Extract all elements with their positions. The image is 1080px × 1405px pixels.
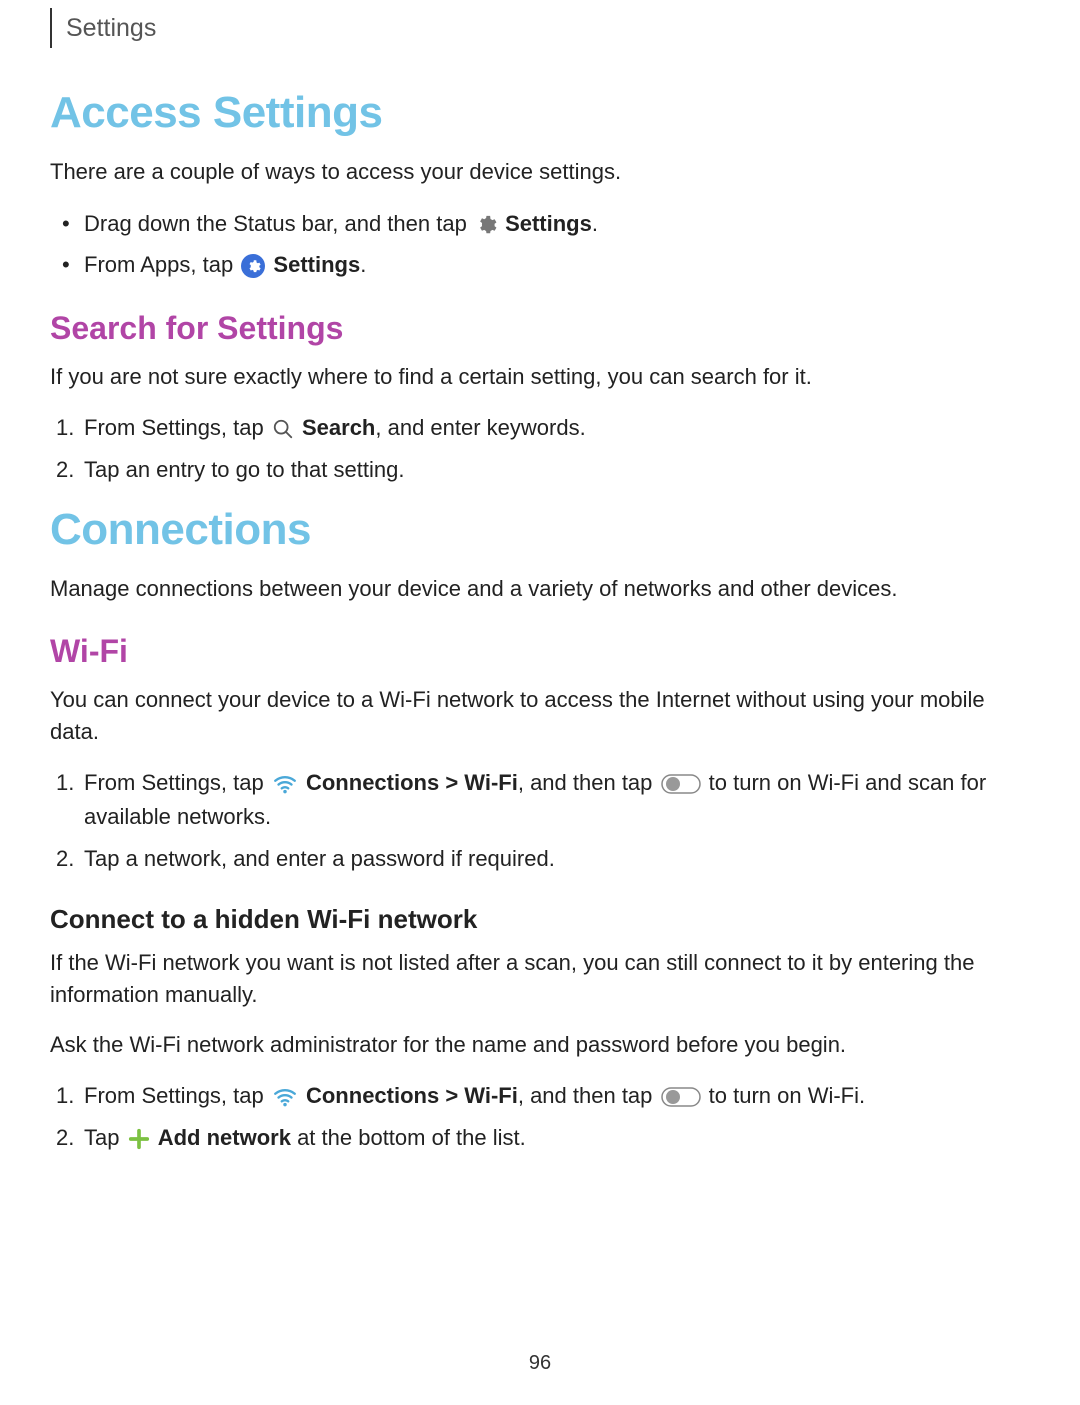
- text-bold: Connections > Wi-Fi: [306, 770, 518, 795]
- hidden-wifi-note: Ask the Wi-Fi network administrator for …: [50, 1029, 1030, 1061]
- text-fragment: .: [592, 211, 598, 236]
- access-methods-list: Drag down the Status bar, and then tap S…: [50, 206, 1030, 282]
- page-header: Settings: [50, 8, 1030, 48]
- plus-icon: [128, 1128, 150, 1150]
- text-bold: Settings: [505, 211, 592, 236]
- section-breadcrumb: Settings: [66, 14, 156, 43]
- wifi-icon: [272, 771, 298, 797]
- text-fragment: Tap: [84, 1125, 126, 1150]
- list-item: Tap a network, and enter a password if r…: [84, 842, 1030, 876]
- list-item: Drag down the Status bar, and then tap S…: [84, 206, 1030, 241]
- text-fragment: From Settings, tap: [84, 770, 270, 795]
- list-item: Tap an entry to go to that setting.: [84, 453, 1030, 487]
- heading-access-settings: Access Settings: [50, 88, 1030, 138]
- text-fragment: From Apps, tap: [84, 252, 239, 277]
- access-settings-intro: There are a couple of ways to access you…: [50, 156, 1030, 188]
- wifi-steps-list: From Settings, tap Connections > Wi-Fi, …: [50, 766, 1030, 876]
- text-fragment: to turn on Wi-Fi.: [709, 1083, 865, 1108]
- list-item: From Settings, tap Search, and enter key…: [84, 411, 1030, 445]
- text-fragment: From Settings, tap: [84, 1083, 270, 1108]
- text-bold: Connections > Wi-Fi: [306, 1083, 518, 1108]
- gear-icon: [475, 214, 497, 236]
- list-item: From Settings, tap Connections > Wi-Fi, …: [84, 1079, 1030, 1113]
- text-fragment: at the bottom of the list.: [291, 1125, 526, 1150]
- search-icon: [272, 418, 294, 440]
- wifi-intro: You can connect your device to a Wi-Fi n…: [50, 684, 1030, 748]
- toggle-off-icon: [661, 1085, 701, 1109]
- search-settings-intro: If you are not sure exactly where to fin…: [50, 361, 1030, 393]
- hidden-wifi-steps-list: From Settings, tap Connections > Wi-Fi, …: [50, 1079, 1030, 1155]
- toggle-off-icon: [661, 772, 701, 796]
- text-bold: Add network: [158, 1125, 291, 1150]
- text-fragment: .: [360, 252, 366, 277]
- text-fragment: From Settings, tap: [84, 415, 270, 440]
- text-fragment: Drag down the Status bar, and then tap: [84, 211, 473, 236]
- page-number: 96: [0, 1352, 1080, 1375]
- search-steps-list: From Settings, tap Search, and enter key…: [50, 411, 1030, 487]
- gear-circle-icon: [241, 254, 265, 278]
- heading-connections: Connections: [50, 505, 1030, 555]
- connections-intro: Manage connections between your device a…: [50, 573, 1030, 605]
- text-fragment: , and enter keywords.: [375, 415, 585, 440]
- list-item: From Settings, tap Connections > Wi-Fi, …: [84, 766, 1030, 834]
- wifi-icon: [272, 1084, 298, 1110]
- hidden-wifi-intro: If the Wi-Fi network you want is not lis…: [50, 947, 1030, 1011]
- text-fragment: , and then tap: [518, 1083, 659, 1108]
- text-bold: Search: [302, 415, 375, 440]
- text-bold: Settings: [273, 252, 360, 277]
- heading-search-settings: Search for Settings: [50, 310, 1030, 347]
- heading-hidden-wifi: Connect to a hidden Wi-Fi network: [50, 904, 1030, 935]
- heading-wifi: Wi-Fi: [50, 633, 1030, 670]
- text-fragment: , and then tap: [518, 770, 659, 795]
- list-item: Tap Add network at the bottom of the lis…: [84, 1121, 1030, 1155]
- list-item: From Apps, tap Settings.: [84, 247, 1030, 282]
